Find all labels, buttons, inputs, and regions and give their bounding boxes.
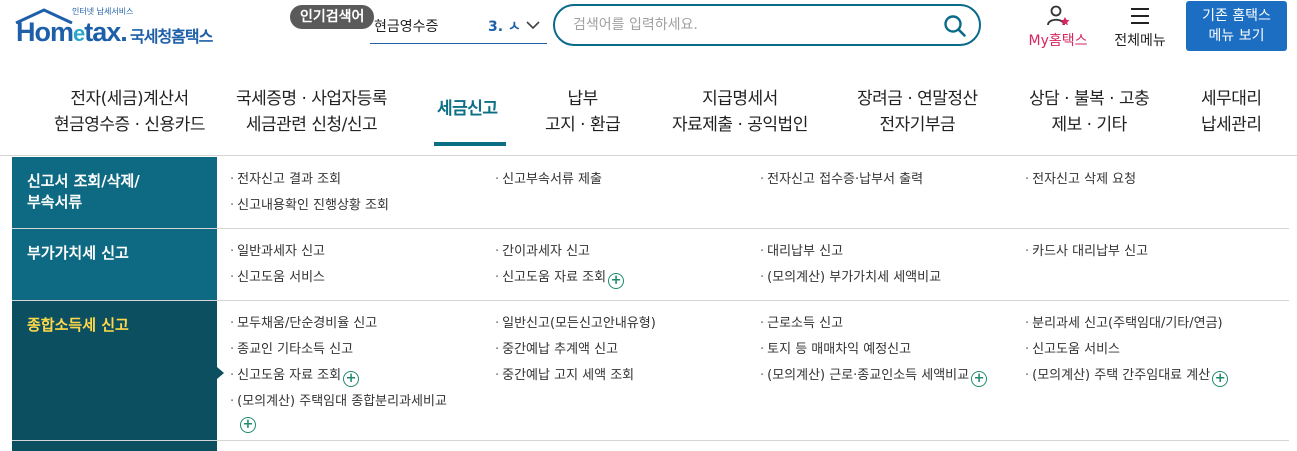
logo-brand: Hometax. [16, 17, 128, 47]
submenu-link[interactable]: · 신고부속서류 제출 [495, 171, 602, 189]
gnb-payment-statements[interactable]: 지급명세서 자료제출 · 공익법인 [672, 86, 808, 138]
legacy-menu-line1: 기존 홈택스 [1202, 8, 1271, 24]
submenu-link[interactable]: · 카드사 대리납부 신고 [1025, 243, 1148, 261]
submenu-link[interactable]: · 전자신고 삭제 요청 [1025, 171, 1136, 189]
expand-plus-icon[interactable]: + [343, 371, 360, 387]
popular-keyword-rotator[interactable]: 현금영수증 3. ㅅ [370, 8, 547, 44]
gnb-label-line1: 전자(세금)계산서 [70, 89, 189, 109]
my-hometax-button[interactable]: My홈택스 [1022, 4, 1094, 50]
submenu-link[interactable]: · 종교인 기타소득 신고 [230, 341, 353, 359]
gnb-label-line2: 고지 · 환급 [545, 115, 621, 135]
submenu-link[interactable]: · 중간예납 추계액 신고 [495, 341, 618, 359]
gnb-label-line1: 세금신고 [437, 99, 498, 119]
gnb-label-line2: 자료제출 · 공익법인 [672, 115, 808, 135]
gnb-label-line2: 전자기부금 [879, 115, 956, 135]
popular-search-badge: 인기검색어 [290, 5, 375, 29]
section-title-line2: 부속서류 [27, 193, 83, 211]
main-navigation: 전자(세금)계산서 현금영수증 · 신용카드 국세증명 · 사업자등록 세금관련… [0, 62, 1297, 156]
gnb-label-line1: 국세증명 · 사업자등록 [236, 89, 387, 109]
submenu-link[interactable]: · (모의계산) 근로·종교인소득 세액비교 + [760, 367, 988, 387]
hamburger-menu-icon [1131, 8, 1149, 24]
gnb-label-line1: 상담 · 불복 · 고충 [1029, 89, 1150, 109]
hometax-logo[interactable]: 인터넷 납세서비스 Hometax. 국세청홈택스 [12, 3, 232, 51]
submenu-link[interactable]: · 신고도움 자료 조회 + [230, 367, 360, 387]
expand-plus-icon[interactable]: + [608, 273, 625, 289]
gnb-consulting[interactable]: 상담 · 불복 · 고충 제보 · 기타 [1029, 86, 1150, 138]
section-title-line1: 신고서 조회/삭제/ [27, 172, 140, 190]
submenu-link[interactable]: · 전자신고 접수증·납부서 출력 [760, 171, 923, 189]
section-title-line1: 부가가치세 신고 [27, 244, 129, 262]
submenu-section-income-tax: 종합소득세 신고 · 모두채움/단순경비율 신고 · 일반신고(모든신고안내유형) … [12, 301, 1289, 441]
section-title[interactable]: 종합소득세 신고 [12, 301, 217, 440]
submenu-link[interactable]: · 일반과세자 신고 [230, 243, 325, 261]
gnb-label-line2: 제보 · 기타 [1051, 115, 1127, 135]
submenu-panel: 신고서 조회/삭제/ 부속서류 · 전자신고 결과 조회 · 신고부속서류 제출 ·… [12, 157, 1289, 451]
gnb-label-line2: 현금영수증 · 신용카드 [54, 115, 205, 135]
submenu-link[interactable]: · 간이과세자 신고 [495, 243, 590, 261]
submenu-link[interactable]: · 모두채움/단순경비율 신고 [230, 315, 377, 333]
my-hometax-label: My홈택스 [1028, 33, 1088, 49]
submenu-link-expand[interactable]: + [238, 413, 256, 433]
gnb-label-line2: 세금관련 신청/신고 [245, 115, 378, 135]
gnb-tax-agent[interactable]: 세무대리 납세관리 [1201, 86, 1262, 138]
chevron-down-icon[interactable] [525, 18, 541, 32]
logo-korean-name: 국세청홈택스 [130, 27, 213, 46]
gnb-e-invoice[interactable]: 전자(세금)계산서 현금영수증 · 신용카드 [54, 86, 205, 138]
site-header: 인터넷 납세서비스 Hometax. 국세청홈택스 인기검색어 현금영수증 3.… [0, 0, 1297, 62]
submenu-link[interactable]: · 대리납부 신고 [760, 243, 843, 261]
expand-plus-icon[interactable]: + [971, 371, 988, 387]
active-pointer [217, 367, 224, 379]
submenu-link[interactable]: · (모의계산) 주택 간주임대료 계산 + [1025, 367, 1229, 387]
all-menu-label: 전체메뉴 [1114, 33, 1166, 49]
submenu-link[interactable]: · 신고도움 자료 조회 + [495, 269, 625, 289]
submenu-link[interactable]: · 전자신고 결과 조회 [230, 171, 341, 189]
legacy-menu-button[interactable]: 기존 홈택스 메뉴 보기 [1186, 1, 1287, 51]
gnb-label-line1: 납부 [567, 89, 599, 109]
search-input[interactable] [573, 15, 933, 35]
search-icon[interactable] [943, 14, 967, 38]
submenu-link[interactable]: · 중간예납 고지 세액 조회 [495, 367, 634, 385]
submenu-link[interactable]: · 분리과세 신고(주택임대/기타/연금) [1025, 315, 1223, 333]
gnb-incentives[interactable]: 장려금 · 연말정산 전자기부금 [857, 86, 978, 138]
gnb-tax-filing[interactable]: 세금신고 [437, 96, 498, 122]
gnb-label-line1: 지급명세서 [702, 89, 778, 109]
submenu-link[interactable]: · (모의계산) 부가가치세 세액비교 [760, 269, 941, 287]
gnb-label-line1: 장려금 · 연말정산 [857, 89, 978, 109]
gnb-label-line2: 납세관리 [1201, 115, 1262, 135]
section-title-line1: 종합소득세 신고 [27, 316, 129, 334]
legacy-menu-line2: 메뉴 보기 [1208, 28, 1265, 44]
search-bar [553, 4, 981, 46]
section-title[interactable]: 부가가치세 신고 [12, 229, 217, 300]
submenu-link[interactable]: · 토지 등 매매차익 예정신고 [760, 341, 911, 359]
expand-plus-icon[interactable]: + [1212, 371, 1229, 387]
submenu-link[interactable]: · 일반신고(모든신고안내유형) [495, 315, 656, 333]
submenu-section-vat: 부가가치세 신고 · 일반과세자 신고 · 간이과세자 신고 · 대리납부 신고 · 카… [12, 229, 1289, 301]
section-title[interactable] [12, 441, 217, 451]
gnb-payment[interactable]: 납부 고지 · 환급 [545, 86, 621, 138]
popular-keyword-rank: 3. ㅅ [488, 19, 521, 35]
submenu-section-return-inquiry: 신고서 조회/삭제/ 부속서류 · 전자신고 결과 조회 · 신고부속서류 제출 ·… [12, 157, 1289, 229]
gnb-certificates[interactable]: 국세증명 · 사업자등록 세금관련 신청/신고 [236, 86, 387, 138]
user-star-icon [1047, 5, 1070, 26]
all-menu-button[interactable]: 전체메뉴 [1106, 4, 1174, 50]
submenu-link[interactable]: · 신고내용확인 진행상황 조회 [230, 197, 389, 215]
expand-plus-icon[interactable]: + [240, 417, 256, 433]
submenu-link[interactable]: · (모의계산) 주택임대 종합분리과세비교 [230, 393, 447, 411]
gnb-label-line1: 세무대리 [1201, 89, 1262, 109]
submenu-link[interactable]: · 신고도움 서비스 [1025, 341, 1120, 359]
section-title[interactable]: 신고서 조회/삭제/ 부속서류 [12, 157, 217, 228]
popular-keyword[interactable]: 현금영수증 [374, 16, 438, 36]
gnb-active-indicator [434, 142, 506, 146]
submenu-section-next [12, 441, 1289, 451]
submenu-link[interactable]: · 신고도움 서비스 [230, 269, 325, 287]
submenu-link[interactable]: · 근로소득 신고 [760, 315, 843, 333]
